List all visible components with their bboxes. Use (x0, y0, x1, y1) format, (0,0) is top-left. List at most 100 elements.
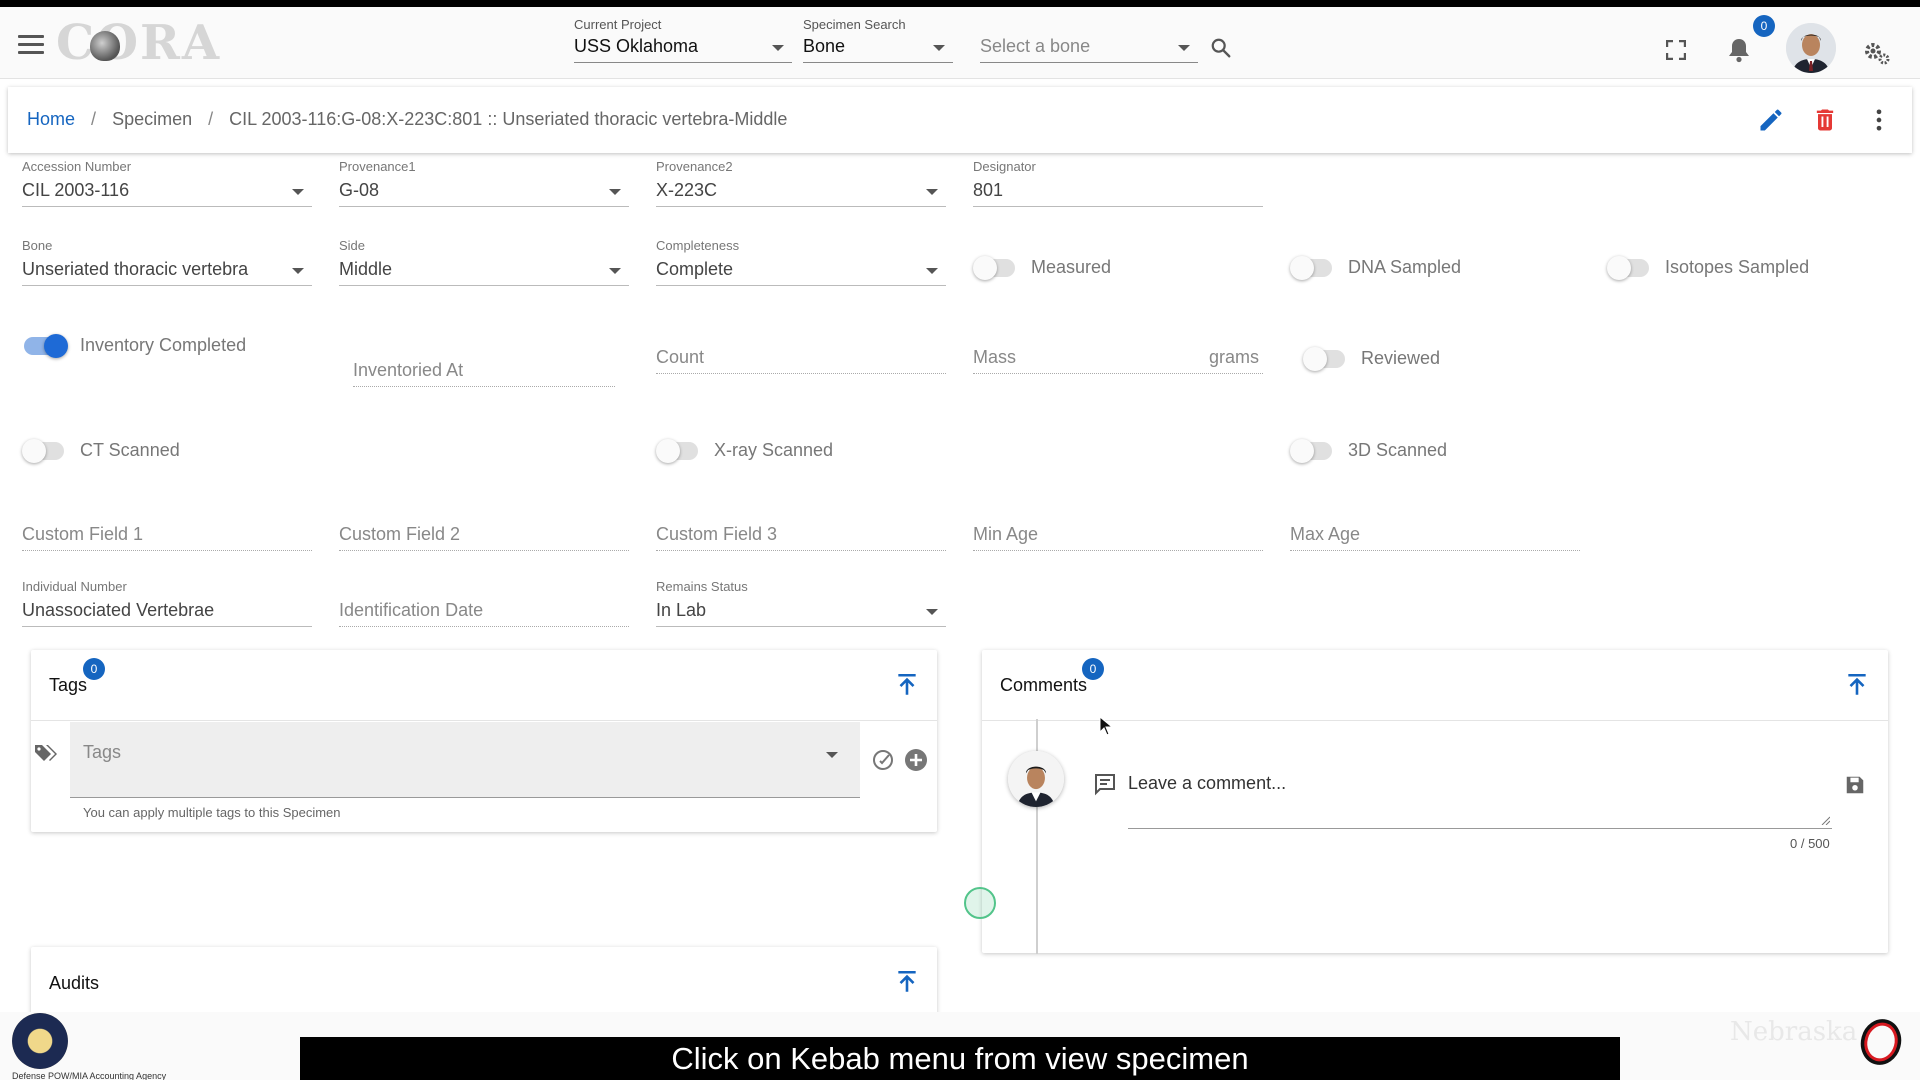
save-icon[interactable] (1844, 774, 1866, 796)
completeness-field[interactable]: Completeness Complete (656, 238, 946, 286)
min-age-input[interactable]: Min Age (973, 519, 1263, 551)
tags-select[interactable]: Tags (70, 722, 860, 798)
tags-card-title: Tags (49, 675, 88, 695)
inventoried-at-input[interactable]: Inventoried At (353, 355, 615, 387)
specimen-search-select[interactable]: Specimen Search Bone (803, 17, 953, 63)
specimen-search-value[interactable]: Bone (803, 33, 953, 63)
custom-field-2-input[interactable]: Custom Field 2 (339, 519, 629, 551)
edit-tags-icon[interactable] (871, 748, 895, 772)
identification-date-field[interactable]: Identification Date (339, 579, 629, 627)
chevron-down-icon (609, 189, 621, 195)
accession-number-value[interactable]: CIL 2003-116 (22, 175, 312, 207)
measured-switch[interactable] (973, 255, 1015, 280)
custom-field-3[interactable]: Custom Field 3 (656, 503, 946, 551)
reviewed-toggle[interactable]: Reviewed (1303, 346, 1440, 371)
dna-sampled-toggle[interactable]: DNA Sampled (1290, 255, 1461, 280)
accession-number-text: CIL 2003-116 (22, 180, 130, 200)
3d-scanned-switch[interactable] (1290, 438, 1332, 463)
count-input[interactable]: Count (656, 342, 946, 374)
individual-number-field[interactable]: Individual Number Unassociated Vertebrae (22, 579, 312, 627)
chevron-down-icon (926, 189, 938, 195)
xray-scanned-toggle[interactable]: X-ray Scanned (656, 438, 834, 463)
ct-scanned-switch[interactable] (22, 438, 64, 463)
breadcrumb-home[interactable]: Home (27, 109, 75, 129)
count-field[interactable]: Count (656, 326, 946, 374)
count-spacer (656, 326, 946, 342)
completeness-value[interactable]: Complete (656, 254, 946, 286)
delete-icon[interactable] (1811, 106, 1839, 134)
search-icon[interactable] (1210, 37, 1232, 59)
logo-text: CORA (56, 15, 222, 71)
resize-handle-icon[interactable] (1821, 816, 1830, 825)
dna-sampled-switch[interactable] (1290, 255, 1332, 280)
bone-select[interactable]: Select a bone (980, 17, 1198, 63)
3d-scanned-toggle[interactable]: 3D Scanned (1290, 438, 1447, 463)
provenance2-field[interactable]: Provenance2 X-223C (656, 159, 946, 207)
inventoried-at-field[interactable]: Inventoried At (353, 339, 615, 387)
custom-field-2[interactable]: Custom Field 2 (339, 503, 629, 551)
mass-field[interactable]: Mass grams (973, 326, 1263, 374)
settings-icon[interactable] (1864, 41, 1890, 65)
comment-textarea[interactable]: Leave a comment... (1128, 759, 1832, 829)
max-age-input[interactable]: Max Age (1290, 519, 1580, 551)
custom-field-1-input[interactable]: Custom Field 1 (22, 519, 312, 551)
chevron-down-icon (292, 189, 304, 195)
add-tag-icon[interactable] (904, 748, 928, 772)
mass-unit: grams (1208, 347, 1259, 367)
bell-icon[interactable] (1727, 37, 1751, 63)
custom-field-1[interactable]: Custom Field 1 (22, 503, 312, 551)
custom-field-3-input[interactable]: Custom Field 3 (656, 519, 946, 551)
bone-value[interactable]: Unseriated thoracic vertebra (22, 254, 312, 286)
reviewed-switch[interactable] (1303, 346, 1345, 371)
chevron-down-icon (772, 45, 784, 51)
comment-icon (1095, 774, 1115, 796)
kebab-menu-icon[interactable] (1865, 106, 1893, 134)
designator-value[interactable]: 801 (973, 175, 1263, 207)
isotopes-sampled-toggle[interactable]: Isotopes Sampled (1607, 255, 1809, 280)
app-logo[interactable]: CORA (56, 15, 222, 71)
inventory-completed-switch[interactable] (24, 333, 68, 358)
provenance1-value[interactable]: G-08 (339, 175, 629, 207)
edit-icon[interactable] (1757, 106, 1785, 134)
provenance2-label: Provenance2 (656, 159, 733, 174)
side-field[interactable]: Side Middle (339, 238, 629, 286)
measured-toggle[interactable]: Measured (973, 255, 1111, 280)
bone-select-value[interactable]: Select a bone (980, 33, 1198, 63)
chevron-down-icon (292, 268, 304, 274)
remains-status-field[interactable]: Remains Status In Lab (656, 579, 946, 627)
collapse-up-icon[interactable] (1844, 672, 1870, 698)
individual-number-label: Individual Number (22, 579, 127, 594)
project-select[interactable]: Current Project USS Oklahoma (574, 17, 792, 63)
collapse-up-icon[interactable] (894, 969, 920, 995)
comments-card-title: Comments (1000, 675, 1088, 695)
xray-scanned-label: X-ray Scanned (714, 440, 834, 460)
skull-icon (90, 31, 120, 61)
xray-scanned-switch[interactable] (656, 438, 698, 463)
provenance2-value[interactable]: X-223C (656, 175, 946, 207)
fullscreen-icon[interactable] (1666, 40, 1686, 60)
min-age-field[interactable]: Min Age (973, 503, 1263, 551)
breadcrumb-specimen[interactable]: Specimen (112, 109, 192, 129)
menu-icon[interactable] (18, 35, 44, 55)
individual-number-value[interactable]: Unassociated Vertebrae (22, 595, 312, 627)
breadcrumb-separator: / (91, 109, 97, 129)
remains-status-value[interactable]: In Lab (656, 595, 946, 627)
ct-scanned-toggle[interactable]: CT Scanned (22, 438, 180, 463)
identification-date-spacer (339, 579, 629, 595)
provenance1-field[interactable]: Provenance1 G-08 (339, 159, 629, 207)
side-value[interactable]: Middle (339, 254, 629, 286)
tags-card-divider (31, 720, 937, 721)
inventoried-at-spacer (353, 339, 615, 355)
accession-number-field[interactable]: Accession Number CIL 2003-116 (22, 159, 312, 207)
bone-field[interactable]: Bone Unseriated thoracic vertebra (22, 238, 312, 286)
project-select-value[interactable]: USS Oklahoma (574, 33, 792, 63)
isotopes-sampled-switch[interactable] (1607, 255, 1649, 280)
designator-field[interactable]: Designator 801 (973, 159, 1263, 207)
tags-icon (35, 745, 57, 761)
user-avatar[interactable] (1786, 23, 1836, 73)
mass-input[interactable]: Mass grams (973, 342, 1263, 374)
collapse-up-icon[interactable] (894, 672, 920, 698)
inventory-completed-toggle[interactable]: Inventory Completed (24, 333, 246, 358)
max-age-field[interactable]: Max Age (1290, 503, 1580, 551)
identification-date-input[interactable]: Identification Date (339, 595, 629, 627)
